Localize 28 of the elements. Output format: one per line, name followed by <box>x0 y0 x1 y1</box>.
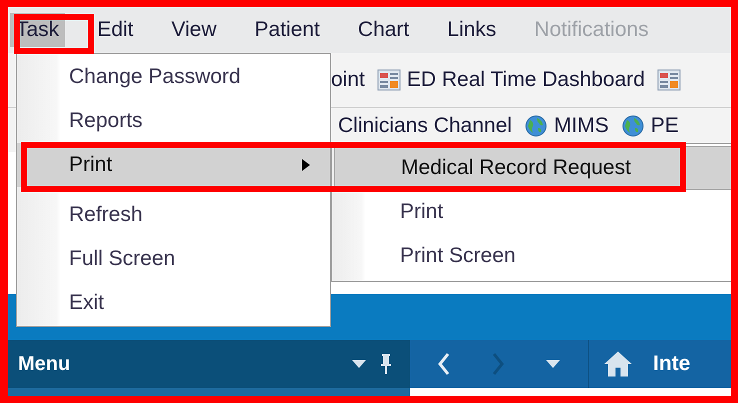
toolbar-link[interactable]: oint <box>331 68 365 92</box>
back-icon[interactable] <box>438 353 450 375</box>
menu-item[interactable]: Chart <box>352 13 416 47</box>
menu-item[interactable]: Patient <box>248 13 326 47</box>
menu-option[interactable]: Change Password <box>17 55 330 99</box>
menu-option[interactable]: Reports <box>17 99 330 143</box>
globe-icon[interactable] <box>620 114 645 138</box>
home-icon[interactable] <box>603 349 633 379</box>
pin-icon[interactable] <box>380 354 392 374</box>
dropdown-icon[interactable] <box>546 360 560 368</box>
menu-option[interactable]: Print Screen <box>334 234 731 278</box>
menu-option[interactable]: Full Screen <box>17 237 330 281</box>
toolbar-link[interactable]: PE <box>650 114 679 138</box>
menu-item[interactable]: Edit <box>91 13 140 47</box>
menu-option[interactable]: Print <box>334 190 731 234</box>
menu-item[interactable]: Links <box>441 13 502 47</box>
dropdown-icon[interactable] <box>352 360 366 368</box>
page-title: Inte <box>653 352 690 376</box>
globe-icon[interactable] <box>524 114 548 138</box>
menu-option[interactable]: Exit <box>17 281 330 325</box>
menu-item[interactable]: View <box>165 13 223 47</box>
toolbar-link[interactable]: ED Real Time Dashboard <box>406 68 645 92</box>
dashboard-icon[interactable] <box>376 68 401 92</box>
menu-option[interactable]: Refresh <box>17 193 330 237</box>
toolbar-link[interactable]: MIMS <box>554 114 609 138</box>
panel-title: Menu <box>18 352 72 376</box>
toolbar-link[interactable]: Clinicians Channel <box>338 114 512 138</box>
dashboard-icon[interactable] <box>656 68 681 92</box>
